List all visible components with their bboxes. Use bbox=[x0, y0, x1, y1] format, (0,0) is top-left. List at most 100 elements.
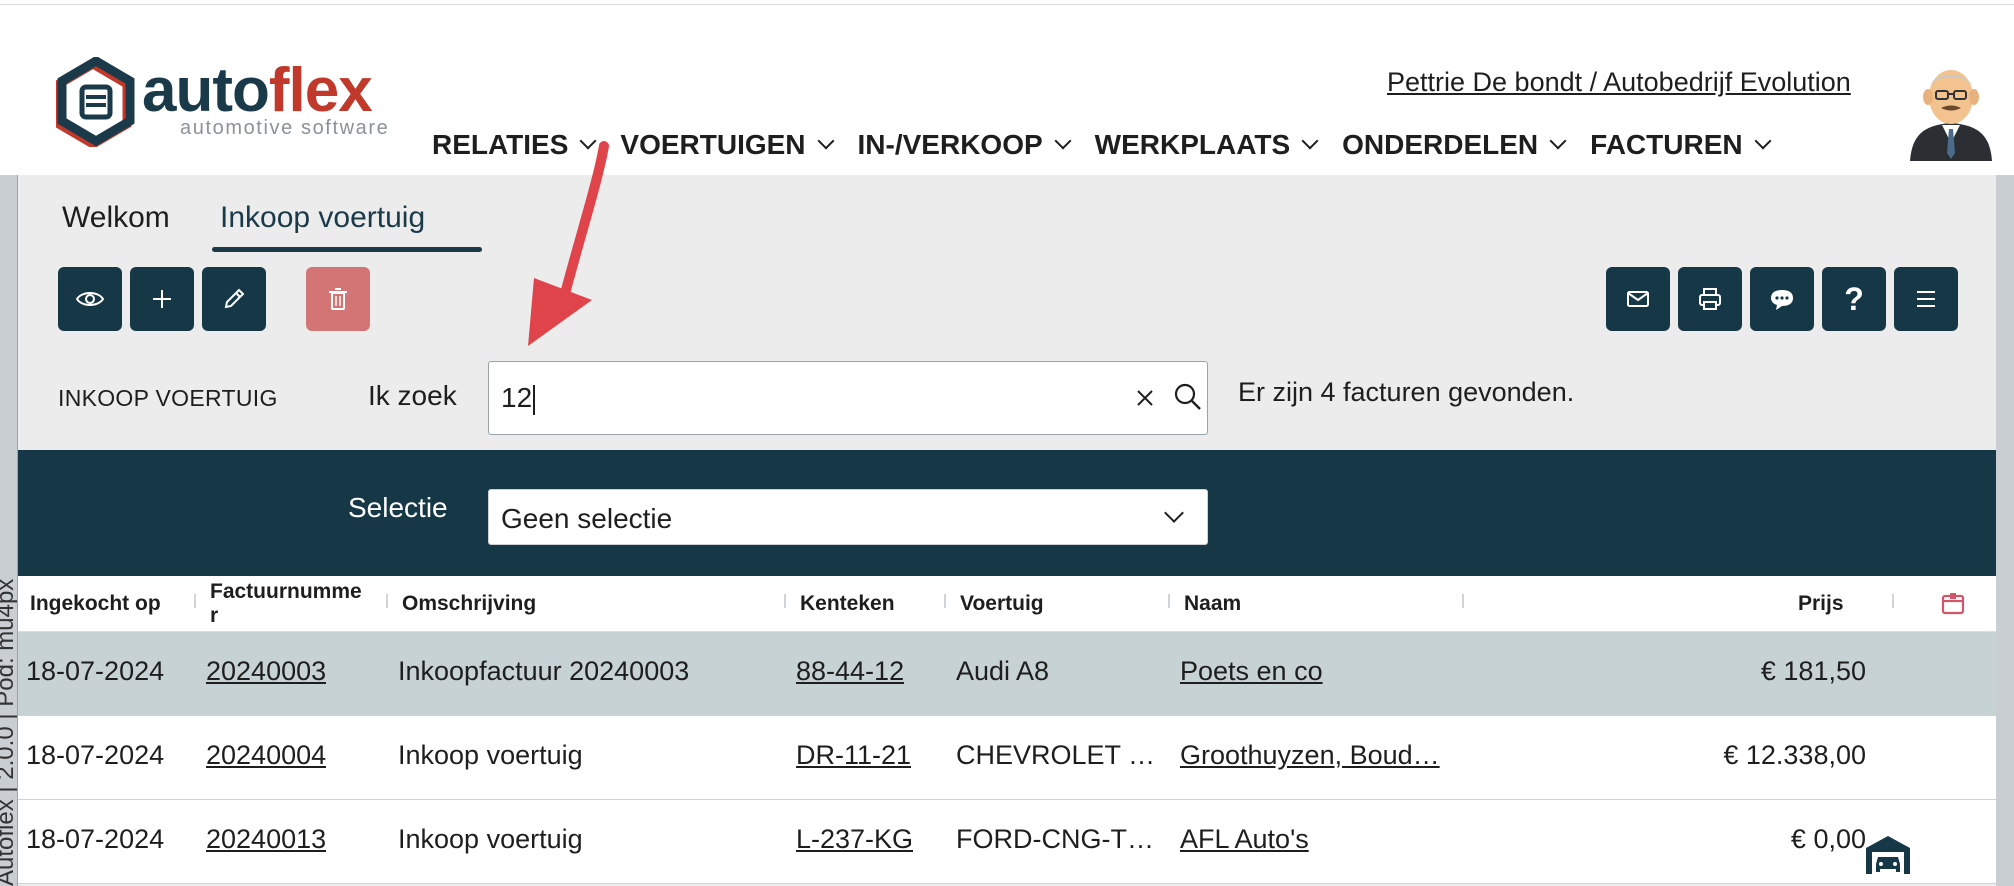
version-text: Autoflex | 2.0.0 | Pod: mu4px bbox=[0, 578, 18, 886]
user-account-link[interactable]: Pettrie De bondt / Autobedrijf Evolution bbox=[1387, 67, 1851, 98]
table-header: Ingekocht op Factuurnumme r Omschrijving … bbox=[18, 576, 1996, 632]
cell-description: Inkoopfactuur 20240003 bbox=[398, 656, 690, 686]
help-button[interactable]: ? bbox=[1822, 267, 1886, 331]
chevron-down-icon bbox=[817, 132, 835, 150]
user-avatar-icon[interactable] bbox=[1906, 63, 1996, 161]
column-separator bbox=[784, 594, 786, 608]
section-title: INKOOP VOERTUIG bbox=[58, 385, 278, 411]
invoice-table: Ingekocht op Factuurnumme r Omschrijving … bbox=[18, 576, 1996, 884]
nav-facturen[interactable]: FACTUREN bbox=[1590, 123, 1772, 167]
tab-welkom[interactable]: Welkom bbox=[62, 201, 170, 235]
search-icon[interactable] bbox=[1171, 380, 1205, 414]
cell-plate-link[interactable]: DR-11-21 bbox=[796, 740, 911, 771]
print-button[interactable] bbox=[1678, 267, 1742, 331]
autoflex-logo[interactable]: autoflex automotive software bbox=[56, 57, 406, 147]
logo-subtitle: automotive software bbox=[180, 117, 390, 139]
logo-accent-text: flex bbox=[268, 56, 373, 125]
plus-icon bbox=[153, 290, 171, 308]
pencil-icon bbox=[224, 288, 245, 309]
right-scroll-strip bbox=[1996, 175, 2014, 886]
delete-button[interactable] bbox=[306, 267, 370, 331]
cell-invoice-link[interactable]: 20240004 bbox=[206, 740, 326, 771]
menu-button[interactable] bbox=[1894, 267, 1958, 331]
nav-werkplaats-label: WERKPLAATS bbox=[1094, 129, 1291, 160]
view-button[interactable] bbox=[58, 267, 122, 331]
table-row[interactable]: 18-07-2024 20240004 Inkoop voertuig DR-1… bbox=[18, 716, 1996, 800]
nav-voertuigen[interactable]: VOERTUIGEN bbox=[620, 123, 835, 167]
column-separator bbox=[1462, 594, 1464, 608]
add-button[interactable] bbox=[130, 267, 194, 331]
archive-box-icon[interactable] bbox=[1940, 590, 1966, 616]
cell-plate-link[interactable]: 88-44-12 bbox=[796, 656, 904, 687]
cell-name-link[interactable]: AFL Auto's bbox=[1180, 824, 1462, 855]
cell-invoice-link[interactable]: 20240003 bbox=[206, 656, 326, 687]
column-header-factuurnummer[interactable]: Factuurnumme r bbox=[210, 580, 362, 628]
cell-vehicle: FORD-CNG-T… bbox=[956, 824, 1154, 854]
email-button[interactable] bbox=[1606, 267, 1670, 331]
logo-main-text: auto bbox=[142, 56, 270, 125]
column-separator bbox=[1892, 594, 1894, 608]
tab-inkoop-voertuig[interactable]: Inkoop voertuig bbox=[220, 201, 425, 235]
logo-wordmark: autoflex bbox=[142, 56, 373, 125]
column-header-ingekocht-op[interactable]: Ingekocht op bbox=[30, 592, 161, 616]
column-header-factuurnummer-part2: r bbox=[210, 604, 219, 627]
column-separator bbox=[1168, 594, 1170, 608]
search-result-count: Er zijn 4 facturen gevonden. bbox=[1238, 377, 1575, 407]
close-icon[interactable] bbox=[1129, 382, 1161, 414]
selection-dropdown-value: Geen selectie bbox=[501, 503, 673, 534]
printer-icon bbox=[1699, 288, 1721, 310]
text-caret bbox=[533, 384, 536, 415]
column-separator bbox=[194, 594, 196, 608]
chevron-down-icon bbox=[1164, 503, 1184, 523]
main-navigation: RELATIES VOERTUIGEN IN-/VERKOOP WERKPLAA… bbox=[432, 123, 1795, 167]
cell-description: Inkoop voertuig bbox=[398, 824, 583, 854]
menu-icon bbox=[1917, 291, 1935, 307]
garage-car-icon[interactable] bbox=[1864, 834, 1912, 874]
eye-icon bbox=[75, 292, 105, 306]
app-header: autoflex automotive software Pettrie De … bbox=[0, 5, 2014, 175]
column-header-kenteken[interactable]: Kenteken bbox=[800, 592, 895, 616]
logo-hexagon-icon bbox=[56, 57, 135, 147]
nav-werkplaats[interactable]: WERKPLAATS bbox=[1094, 123, 1319, 167]
search-input[interactable]: 12 bbox=[488, 361, 1208, 435]
help-icon: ? bbox=[1844, 280, 1864, 317]
nav-facturen-label: FACTUREN bbox=[1590, 129, 1743, 160]
version-strip: Autoflex | 2.0.0 | Pod: mu4px bbox=[0, 175, 18, 886]
cell-date: 18-07-2024 bbox=[26, 740, 165, 770]
column-header-omschrijving[interactable]: Omschrijving bbox=[402, 592, 536, 616]
cell-description: Inkoop voertuig bbox=[398, 740, 583, 770]
cell-name-link[interactable]: Groothuyzen, Boud… bbox=[1180, 740, 1462, 771]
column-header-naam[interactable]: Naam bbox=[1184, 592, 1241, 616]
cell-date: 18-07-2024 bbox=[26, 656, 165, 686]
table-row[interactable]: 18-07-2024 20240013 Inkoop voertuig L-23… bbox=[18, 800, 1996, 884]
mail-icon bbox=[1627, 291, 1649, 307]
nav-onderdelen[interactable]: ONDERDELEN bbox=[1342, 123, 1567, 167]
selection-dropdown[interactable]: Geen selectie bbox=[488, 489, 1208, 545]
main-content: Welkom Inkoop voertuig ? INKOOP VOERTUIG… bbox=[18, 175, 1996, 886]
chevron-down-icon bbox=[1301, 132, 1319, 150]
cell-price: € 12.338,00 bbox=[1723, 740, 1866, 770]
table-row[interactable]: 18-07-2024 20240003 Inkoopfactuur 202400… bbox=[18, 632, 1996, 716]
trash-icon bbox=[329, 288, 347, 310]
search-input-value: 12 bbox=[501, 382, 533, 413]
column-header-prijs[interactable]: Prijs bbox=[1798, 592, 1844, 616]
chevron-down-icon bbox=[1054, 132, 1072, 150]
column-header-factuurnummer-part1: Factuurnumme bbox=[210, 580, 362, 603]
column-separator bbox=[944, 594, 946, 608]
nav-voertuigen-label: VOERTUIGEN bbox=[620, 129, 806, 160]
column-header-voertuig[interactable]: Voertuig bbox=[960, 592, 1044, 616]
chat-icon bbox=[1771, 290, 1793, 310]
cell-invoice-link[interactable]: 20240013 bbox=[206, 824, 326, 855]
chevron-down-icon bbox=[1754, 132, 1772, 150]
cell-name-link[interactable]: Poets en co bbox=[1180, 656, 1462, 687]
chat-button[interactable] bbox=[1750, 267, 1814, 331]
nav-onderdelen-label: ONDERDELEN bbox=[1342, 129, 1539, 160]
nav-in-verkoop-label: IN-/VERKOOP bbox=[857, 129, 1043, 160]
cell-plate-link[interactable]: L-237-KG bbox=[796, 824, 913, 855]
column-separator bbox=[386, 594, 388, 608]
cell-price: € 181,50 bbox=[1760, 656, 1866, 686]
cell-vehicle: CHEVROLET … bbox=[956, 740, 1156, 770]
edit-button[interactable] bbox=[202, 267, 266, 331]
cell-vehicle: Audi A8 bbox=[956, 656, 1050, 686]
nav-in-verkoop[interactable]: IN-/VERKOOP bbox=[857, 123, 1072, 167]
